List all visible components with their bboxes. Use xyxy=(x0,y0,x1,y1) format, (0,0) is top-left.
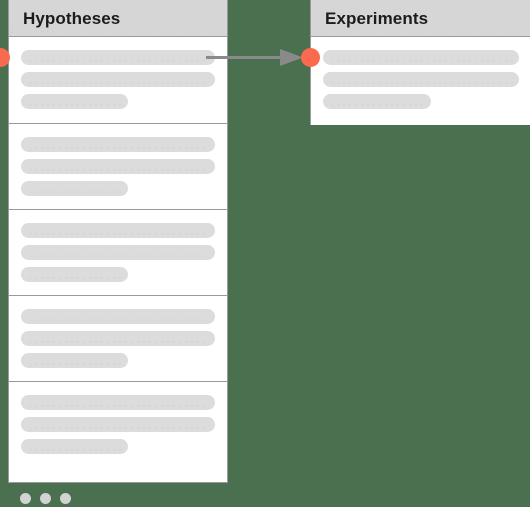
card-line-placeholder xyxy=(21,159,215,174)
card-line-placeholder xyxy=(21,245,215,260)
card-line-placeholder xyxy=(21,137,215,152)
card-list-hypotheses xyxy=(9,37,227,468)
pagination-dot[interactable] xyxy=(20,493,31,504)
card-line-placeholder xyxy=(21,72,215,87)
card-item[interactable] xyxy=(9,210,227,296)
card-line-placeholder xyxy=(21,439,128,454)
card-line-placeholder xyxy=(21,181,128,196)
card-line-placeholder xyxy=(21,50,215,65)
connector-arrow[interactable] xyxy=(204,46,308,70)
column-hypotheses[interactable]: Hypotheses xyxy=(8,0,228,483)
card-line-placeholder xyxy=(21,353,128,368)
pagination-dots[interactable] xyxy=(20,493,71,504)
header-dot-texture xyxy=(9,27,227,33)
card-line-placeholder xyxy=(323,72,519,87)
column-title-experiments: Experiments xyxy=(325,8,429,28)
column-title-hypotheses: Hypotheses xyxy=(23,8,121,28)
card-list-experiments xyxy=(311,37,530,125)
card-line-placeholder xyxy=(21,223,215,238)
card-item[interactable] xyxy=(9,296,227,382)
header-dot-texture xyxy=(311,27,530,33)
card-line-placeholder xyxy=(21,417,215,432)
card-line-placeholder xyxy=(323,94,431,109)
column-header-experiments: Experiments xyxy=(311,0,530,37)
card-line-placeholder xyxy=(323,50,519,65)
card-line-placeholder xyxy=(21,267,128,282)
card-item[interactable] xyxy=(9,382,227,468)
column-experiments[interactable]: Experiments xyxy=(310,0,530,125)
connector-dot-target[interactable] xyxy=(301,48,320,67)
card-line-placeholder xyxy=(21,395,215,410)
card-item[interactable] xyxy=(9,124,227,210)
card-line-placeholder xyxy=(21,309,215,324)
board-canvas: Hypotheses Experiments xyxy=(0,0,530,507)
card-item[interactable] xyxy=(311,37,530,125)
card-line-placeholder xyxy=(21,331,215,346)
card-line-placeholder xyxy=(21,94,128,109)
column-header-hypotheses: Hypotheses xyxy=(9,0,227,37)
card-item[interactable] xyxy=(9,37,227,124)
pagination-dot[interactable] xyxy=(60,493,71,504)
pagination-dot[interactable] xyxy=(40,493,51,504)
